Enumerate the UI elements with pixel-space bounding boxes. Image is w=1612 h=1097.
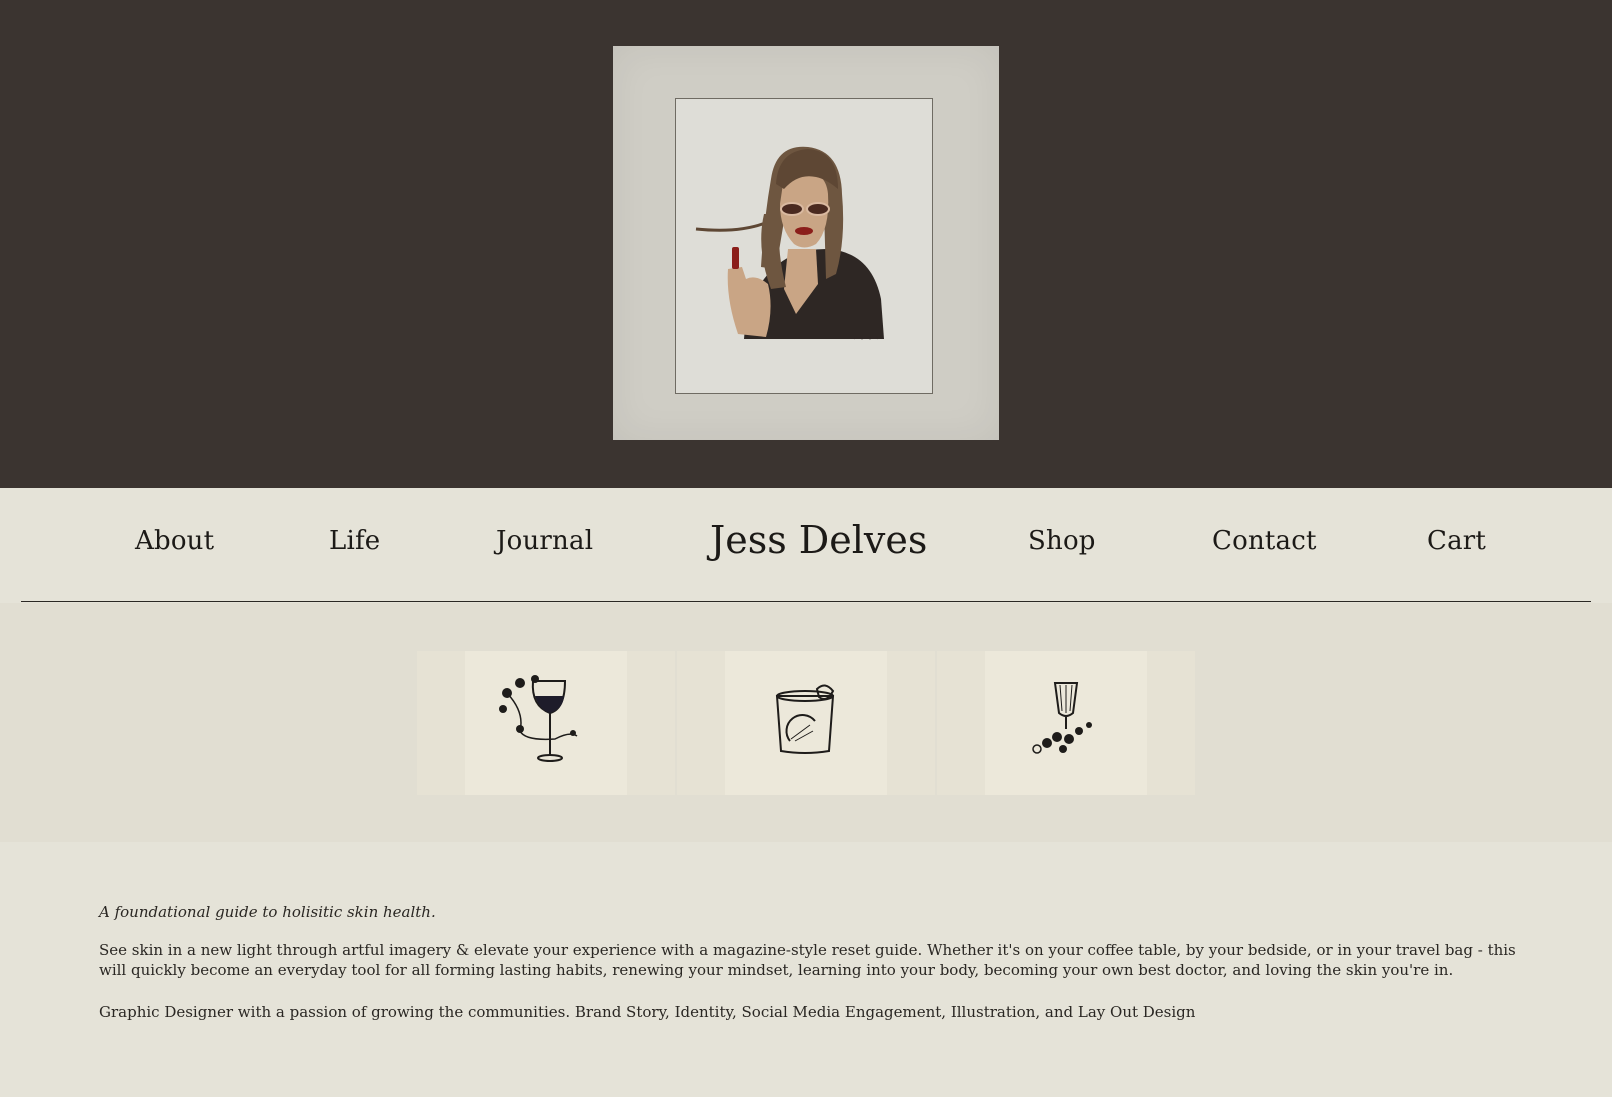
goblet-berries-icon — [1032, 682, 1092, 754]
description-paragraph: See skin in a new light through artful i… — [99, 941, 1516, 979]
product-description: A foundational guide to holisitic skin h… — [99, 902, 1519, 1044]
hero-banner — [0, 0, 1612, 488]
nav-life-link[interactable]: Life — [329, 526, 380, 556]
nav-divider — [21, 601, 1591, 602]
thumbnail-gallery — [0, 603, 1612, 842]
designer-bio: Graphic Designer with a passion of growi… — [99, 1003, 1196, 1021]
gallery-item[interactable] — [417, 651, 675, 795]
tagline: A foundational guide to holisitic skin h… — [99, 903, 436, 921]
portrait-illustration-icon — [695, 146, 884, 340]
hero-artwork-frame — [613, 46, 999, 440]
wine-glass-flowers-icon — [499, 675, 578, 762]
cocktail-lime-icon — [775, 684, 835, 754]
gallery-item[interactable] — [677, 651, 935, 795]
nav-about-link[interactable]: About — [135, 526, 214, 556]
hero-artwork — [675, 98, 933, 394]
nav-journal-link[interactable]: Journal — [496, 526, 593, 556]
gallery-item[interactable] — [937, 651, 1195, 795]
site-brand-logo[interactable]: Jess Delves — [710, 518, 927, 562]
main-navigation: About Life Journal Jess Delves Shop Cont… — [0, 488, 1612, 600]
nav-shop-link[interactable]: Shop — [1028, 526, 1096, 556]
nav-cart-link[interactable]: Cart — [1427, 526, 1486, 556]
nav-contact-link[interactable]: Contact — [1212, 526, 1317, 556]
